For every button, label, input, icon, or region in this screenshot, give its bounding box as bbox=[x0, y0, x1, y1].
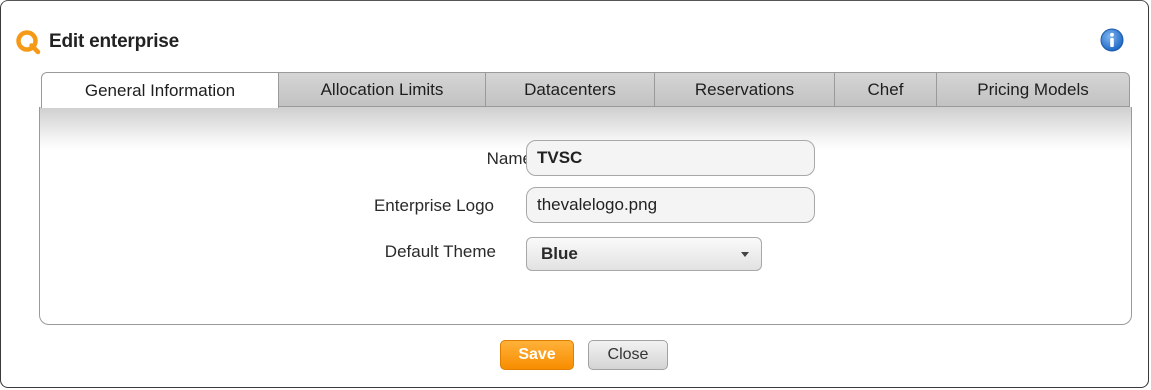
default-theme-value: Blue bbox=[541, 244, 578, 263]
tab-label: General Information bbox=[84, 80, 236, 100]
tab-label: Datacenters bbox=[524, 79, 616, 99]
tab-label: Chef bbox=[867, 79, 904, 99]
dialog-title-bar: Edit enterprise bbox=[15, 27, 179, 57]
tab-label: Pricing Models bbox=[977, 79, 1089, 99]
enterprise-logo-label: Enterprise Logo bbox=[373, 196, 494, 215]
tab-chef[interactable]: Chef bbox=[835, 72, 937, 107]
default-theme-select[interactable]: Blue bbox=[526, 237, 762, 271]
tab-allocation-limits[interactable]: Allocation Limits bbox=[279, 72, 486, 107]
tab-label: Allocation Limits bbox=[320, 79, 444, 99]
tab-bar: General Information Allocation Limits Da… bbox=[41, 72, 1130, 108]
dialog-title: Edit enterprise bbox=[49, 31, 180, 52]
name-field[interactable] bbox=[526, 140, 815, 176]
save-button[interactable]: Save bbox=[500, 340, 574, 370]
chevron-down-icon bbox=[741, 252, 749, 257]
tab-reservations[interactable]: Reservations bbox=[655, 72, 835, 107]
enterprise-logo-field[interactable] bbox=[526, 187, 815, 223]
app-logo-icon bbox=[16, 30, 41, 55]
tab-pricing-models[interactable]: Pricing Models bbox=[937, 72, 1130, 107]
tab-general-information[interactable]: General Information bbox=[41, 72, 279, 108]
close-button[interactable]: Close bbox=[588, 340, 668, 370]
info-icon[interactable] bbox=[1100, 28, 1124, 52]
tab-label: Reservations bbox=[694, 79, 795, 99]
tab-datacenters[interactable]: Datacenters bbox=[486, 72, 655, 107]
edit-enterprise-dialog: Edit enterprise General Information Allo… bbox=[0, 0, 1149, 388]
general-information-panel: Name * Enterprise Logo Default Theme Blu… bbox=[39, 107, 1132, 325]
default-theme-label: Default Theme bbox=[384, 242, 496, 261]
